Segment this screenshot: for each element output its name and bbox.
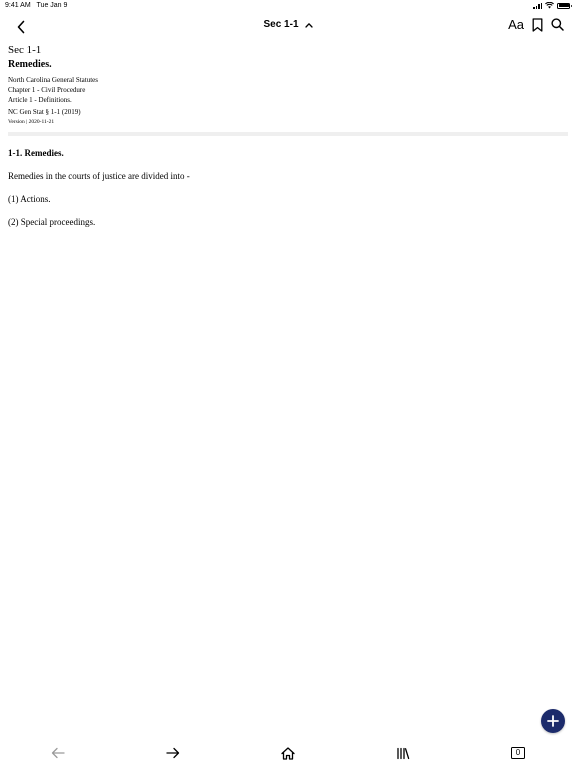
status-date: Tue Jan 9 [36, 2, 68, 9]
chevron-up-icon [304, 22, 313, 28]
tabs-icon: 0 [511, 747, 525, 759]
section-title: Remedies. [8, 59, 52, 70]
version-label: Version | 2020-11-21 [8, 119, 55, 125]
history-back-button[interactable] [48, 744, 68, 762]
status-indicators [533, 2, 572, 9]
document-header: Sec 1-1 Remedies. North Carolina General… [8, 44, 568, 125]
statute-paragraph: (1) Actions. [8, 194, 51, 204]
nav-title: Sec 1-1 [263, 19, 299, 30]
font-size-button[interactable]: Aa [508, 17, 524, 32]
status-bar: 9:41 AM Tue Jan 9 [0, 0, 576, 12]
bookmark-icon [532, 17, 543, 32]
meta-line: Chapter 1 - Civil Procedure [8, 86, 86, 94]
search-icon [551, 18, 564, 31]
statute-meta: North Carolina General Statutes Chapter … [8, 75, 568, 117]
tabs-button[interactable]: 0 [508, 744, 528, 762]
library-icon [397, 747, 410, 759]
nav-title-container: Sec 1-1 [0, 19, 576, 30]
nav-actions: Aa [508, 17, 564, 32]
bottom-toolbar: 0 [0, 740, 576, 768]
arrow-left-icon [51, 747, 65, 759]
home-icon [281, 746, 295, 760]
arrow-right-icon [166, 747, 180, 759]
header-divider [8, 132, 568, 136]
section-picker-button[interactable]: Sec 1-1 [263, 19, 313, 30]
meta-line: North Carolina General Statutes [8, 76, 99, 84]
wifi-icon [545, 2, 554, 9]
home-button[interactable] [278, 744, 298, 762]
add-button[interactable] [541, 709, 565, 733]
cellular-signal-icon [533, 2, 542, 9]
section-label: Sec 1-1 [8, 44, 42, 56]
bookmark-button[interactable] [532, 17, 543, 32]
meta-line: Article 1 - Definitions. [8, 96, 72, 104]
plus-icon [547, 715, 559, 727]
battery-icon [557, 2, 572, 9]
statute-body: 1-1. Remedies. Remedies in the courts of… [8, 148, 568, 240]
status-time: 9:41 AM Tue Jan 9 [5, 2, 67, 9]
status-clock: 9:41 AM [5, 2, 31, 9]
statute-paragraph: Remedies in the courts of justice are di… [8, 171, 190, 181]
meta-line: NC Gen Stat § 1-1 (2019) [8, 108, 81, 116]
statute-heading: 1-1. Remedies. [8, 148, 64, 158]
navigation-bar: Sec 1-1 Aa [0, 14, 576, 40]
statute-paragraph: (2) Special proceedings. [8, 217, 96, 227]
library-button[interactable] [393, 744, 413, 762]
search-button[interactable] [551, 18, 564, 31]
history-forward-button[interactable] [163, 744, 183, 762]
